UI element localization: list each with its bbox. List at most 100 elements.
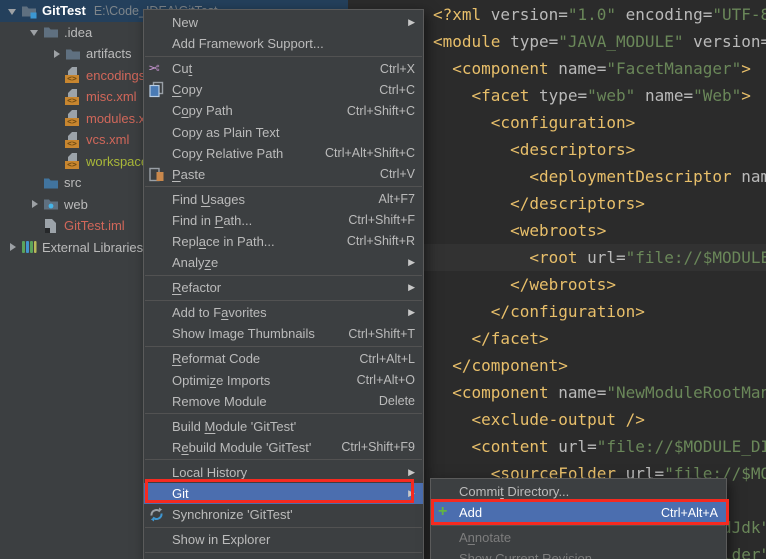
menu-item-git[interactable]: Git▶ <box>144 483 423 504</box>
menu-item-label: Annotate <box>459 530 718 545</box>
menu-item-reformat-code[interactable]: Reformat Code Ctrl+Alt+L <box>144 348 423 369</box>
menu-item-label: Paste <box>172 167 356 182</box>
chevron-right-icon[interactable] <box>27 196 43 212</box>
menu-item-label: Add Framework Support... <box>172 36 415 51</box>
code-line: </webroots> <box>433 271 766 298</box>
code-line: <module type="JAVA_MODULE" version="4"> <box>433 28 766 55</box>
menu-item-label: Show Current Revision <box>459 551 718 559</box>
xml-file-icon: <> <box>65 67 81 83</box>
menu-separator <box>145 346 422 347</box>
menu-item-label: Copy Relative Path <box>172 146 301 161</box>
menu-item-copy-path[interactable]: Copy PathCtrl+Shift+C <box>144 100 423 121</box>
menu-item-shortcut: Ctrl+X <box>380 62 415 76</box>
menu-item-show-in-explorer[interactable]: Show in Explorer <box>144 529 423 550</box>
menu-separator <box>145 275 422 276</box>
folder-src-icon <box>43 175 59 191</box>
menu-item-shortcut: Ctrl+Alt+L <box>359 352 415 366</box>
folder-web-icon <box>43 196 59 212</box>
menu-item-shortcut: Ctrl+Alt+Shift+C <box>325 146 415 160</box>
code-line: <facet type="web" name="Web"> <box>433 82 766 109</box>
menu-item-label: Optimize Imports <box>172 373 333 388</box>
menu-item-label: Analyze <box>172 255 405 270</box>
tree-spacer <box>27 218 43 234</box>
submenu-arrow-icon: ▶ <box>405 257 415 268</box>
code-line: <content url="file://$MODULE_DIR$"> <box>433 433 766 460</box>
code-line: <?xml version="1.0" encoding="UTF-8"?> <box>433 1 766 28</box>
menu-item-refactor[interactable]: Refactor▶ <box>144 277 423 298</box>
menu-item-shortcut: Ctrl+Shift+F9 <box>341 440 415 454</box>
code-line: <deploymentDescriptor name="web.xml" url… <box>433 163 766 190</box>
menu-item-local-history[interactable]: Local History▶ <box>144 462 423 483</box>
menu-item-label: New <box>172 15 405 30</box>
xml-file-icon: <> <box>65 89 81 105</box>
code-line: <descriptors> <box>433 136 766 163</box>
code-line: <root url="file://$MODULE_DIR$/web" rela… <box>433 244 766 271</box>
menu-item-copy[interactable]: CopyCtrl+C <box>144 79 423 100</box>
menu-item-cut[interactable]: ✂CutCtrl+X <box>144 58 423 79</box>
menu-item-label: Add <box>459 505 637 520</box>
copy-icon <box>148 86 165 101</box>
menu-item-synchronize-gittest[interactable]: Synchronize 'GitTest' <box>144 504 423 525</box>
tree-item-label: External Libraries <box>42 240 143 255</box>
menu-item-replace-in-path[interactable]: Replace in Path...Ctrl+Shift+R <box>144 231 423 252</box>
tree-item-label: web <box>64 197 88 212</box>
tree-item-label: vcs.xml <box>86 132 129 147</box>
menu-item-commit-directory[interactable]: Commit Directory... <box>431 481 726 502</box>
menu-item-shortcut: Ctrl+C <box>379 83 415 97</box>
submenu-arrow-icon: ▶ <box>405 467 415 478</box>
menu-item-label: Copy as Plain Text <box>172 125 415 140</box>
menu-item-remove-module[interactable]: Remove ModuleDelete <box>144 391 423 412</box>
menu-item-analyze[interactable]: Analyze▶ <box>144 252 423 273</box>
submenu-arrow-icon: ▶ <box>405 282 415 293</box>
menu-item-add-to-favorites[interactable]: Add to Favorites▶ <box>144 302 423 323</box>
chevron-down-icon[interactable] <box>27 24 43 40</box>
chevron-right-icon[interactable] <box>5 239 21 255</box>
chevron-right-icon[interactable] <box>49 46 65 62</box>
menu-item-directory-path[interactable]: Directory PathCtrl+Alt+F12 <box>144 554 423 559</box>
tree-spacer <box>49 89 65 105</box>
git-submenu: Commit Directory... +AddCtrl+Alt+A Annotat… <box>430 478 727 559</box>
code-line: <webroots> <box>433 217 766 244</box>
menu-item-show-current-revision: Show Current Revision <box>431 548 726 559</box>
menu-item-build-module-gittest[interactable]: Build Module 'GitTest' <box>144 416 423 437</box>
menu-item-label: Cut <box>172 61 356 76</box>
menu-item-label: Synchronize 'GitTest' <box>172 507 415 522</box>
menu-item-label: Git <box>172 486 405 501</box>
xml-file-icon: <> <box>65 110 81 126</box>
menu-item-rebuild-module-gittest[interactable]: Rebuild Module 'GitTest'Ctrl+Shift+F9 <box>144 437 423 458</box>
menu-item-copy-relative-path[interactable]: Copy Relative Path Ctrl+Alt+Shift+C <box>144 143 423 164</box>
menu-item-label: Find in Path... <box>172 213 324 228</box>
folder-icon <box>65 46 81 62</box>
menu-item-find-in-path[interactable]: Find in Path...Ctrl+Shift+F <box>144 210 423 231</box>
menu-item-find-usages[interactable]: Find UsagesAlt+F7 <box>144 189 423 210</box>
menu-item-add-framework-support[interactable]: Add Framework Support... <box>144 33 423 54</box>
chevron-down-icon[interactable] <box>5 3 21 19</box>
menu-item-new[interactable]: New▶ <box>144 12 423 33</box>
submenu-arrow-icon: ▶ <box>405 488 415 499</box>
code-line: <configuration> <box>433 109 766 136</box>
menu-separator <box>145 413 422 414</box>
folder-icon <box>43 24 59 40</box>
code-line: <component name="NewModuleRootManager" i… <box>433 379 766 406</box>
menu-item-add[interactable]: +AddCtrl+Alt+A <box>431 502 726 523</box>
tree-item-label: GitTest <box>42 3 86 18</box>
menu-separator <box>145 300 422 301</box>
menu-item-optimize-imports[interactable]: Optimize ImportsCtrl+Alt+O <box>144 370 423 391</box>
menu-item-copy-as-plain-text[interactable]: Copy as Plain Text <box>144 121 423 142</box>
paste-icon <box>148 171 165 186</box>
xml-file-icon: <> <box>65 132 81 148</box>
menu-item-show-image-thumbnails[interactable]: Show Image ThumbnailsCtrl+Shift+T <box>144 323 423 344</box>
menu-separator <box>145 459 422 460</box>
menu-separator <box>145 56 422 57</box>
iml-file-icon <box>43 218 59 234</box>
menu-item-label: Local History <box>172 465 405 480</box>
menu-item-label: Copy Path <box>172 103 323 118</box>
menu-item-annotate: Annotate <box>431 527 726 548</box>
menu-item-label: Replace in Path... <box>172 234 323 249</box>
context-menu: New▶Add Framework Support...✂CutCtrl+XCo… <box>143 9 424 559</box>
xml-file-icon: <> <box>65 153 81 169</box>
menu-item-paste[interactable]: PasteCtrl+V <box>144 164 423 185</box>
menu-item-label: Commit Directory... <box>459 484 718 499</box>
menu-separator <box>432 525 725 526</box>
menu-item-label: Reformat Code <box>172 351 335 366</box>
